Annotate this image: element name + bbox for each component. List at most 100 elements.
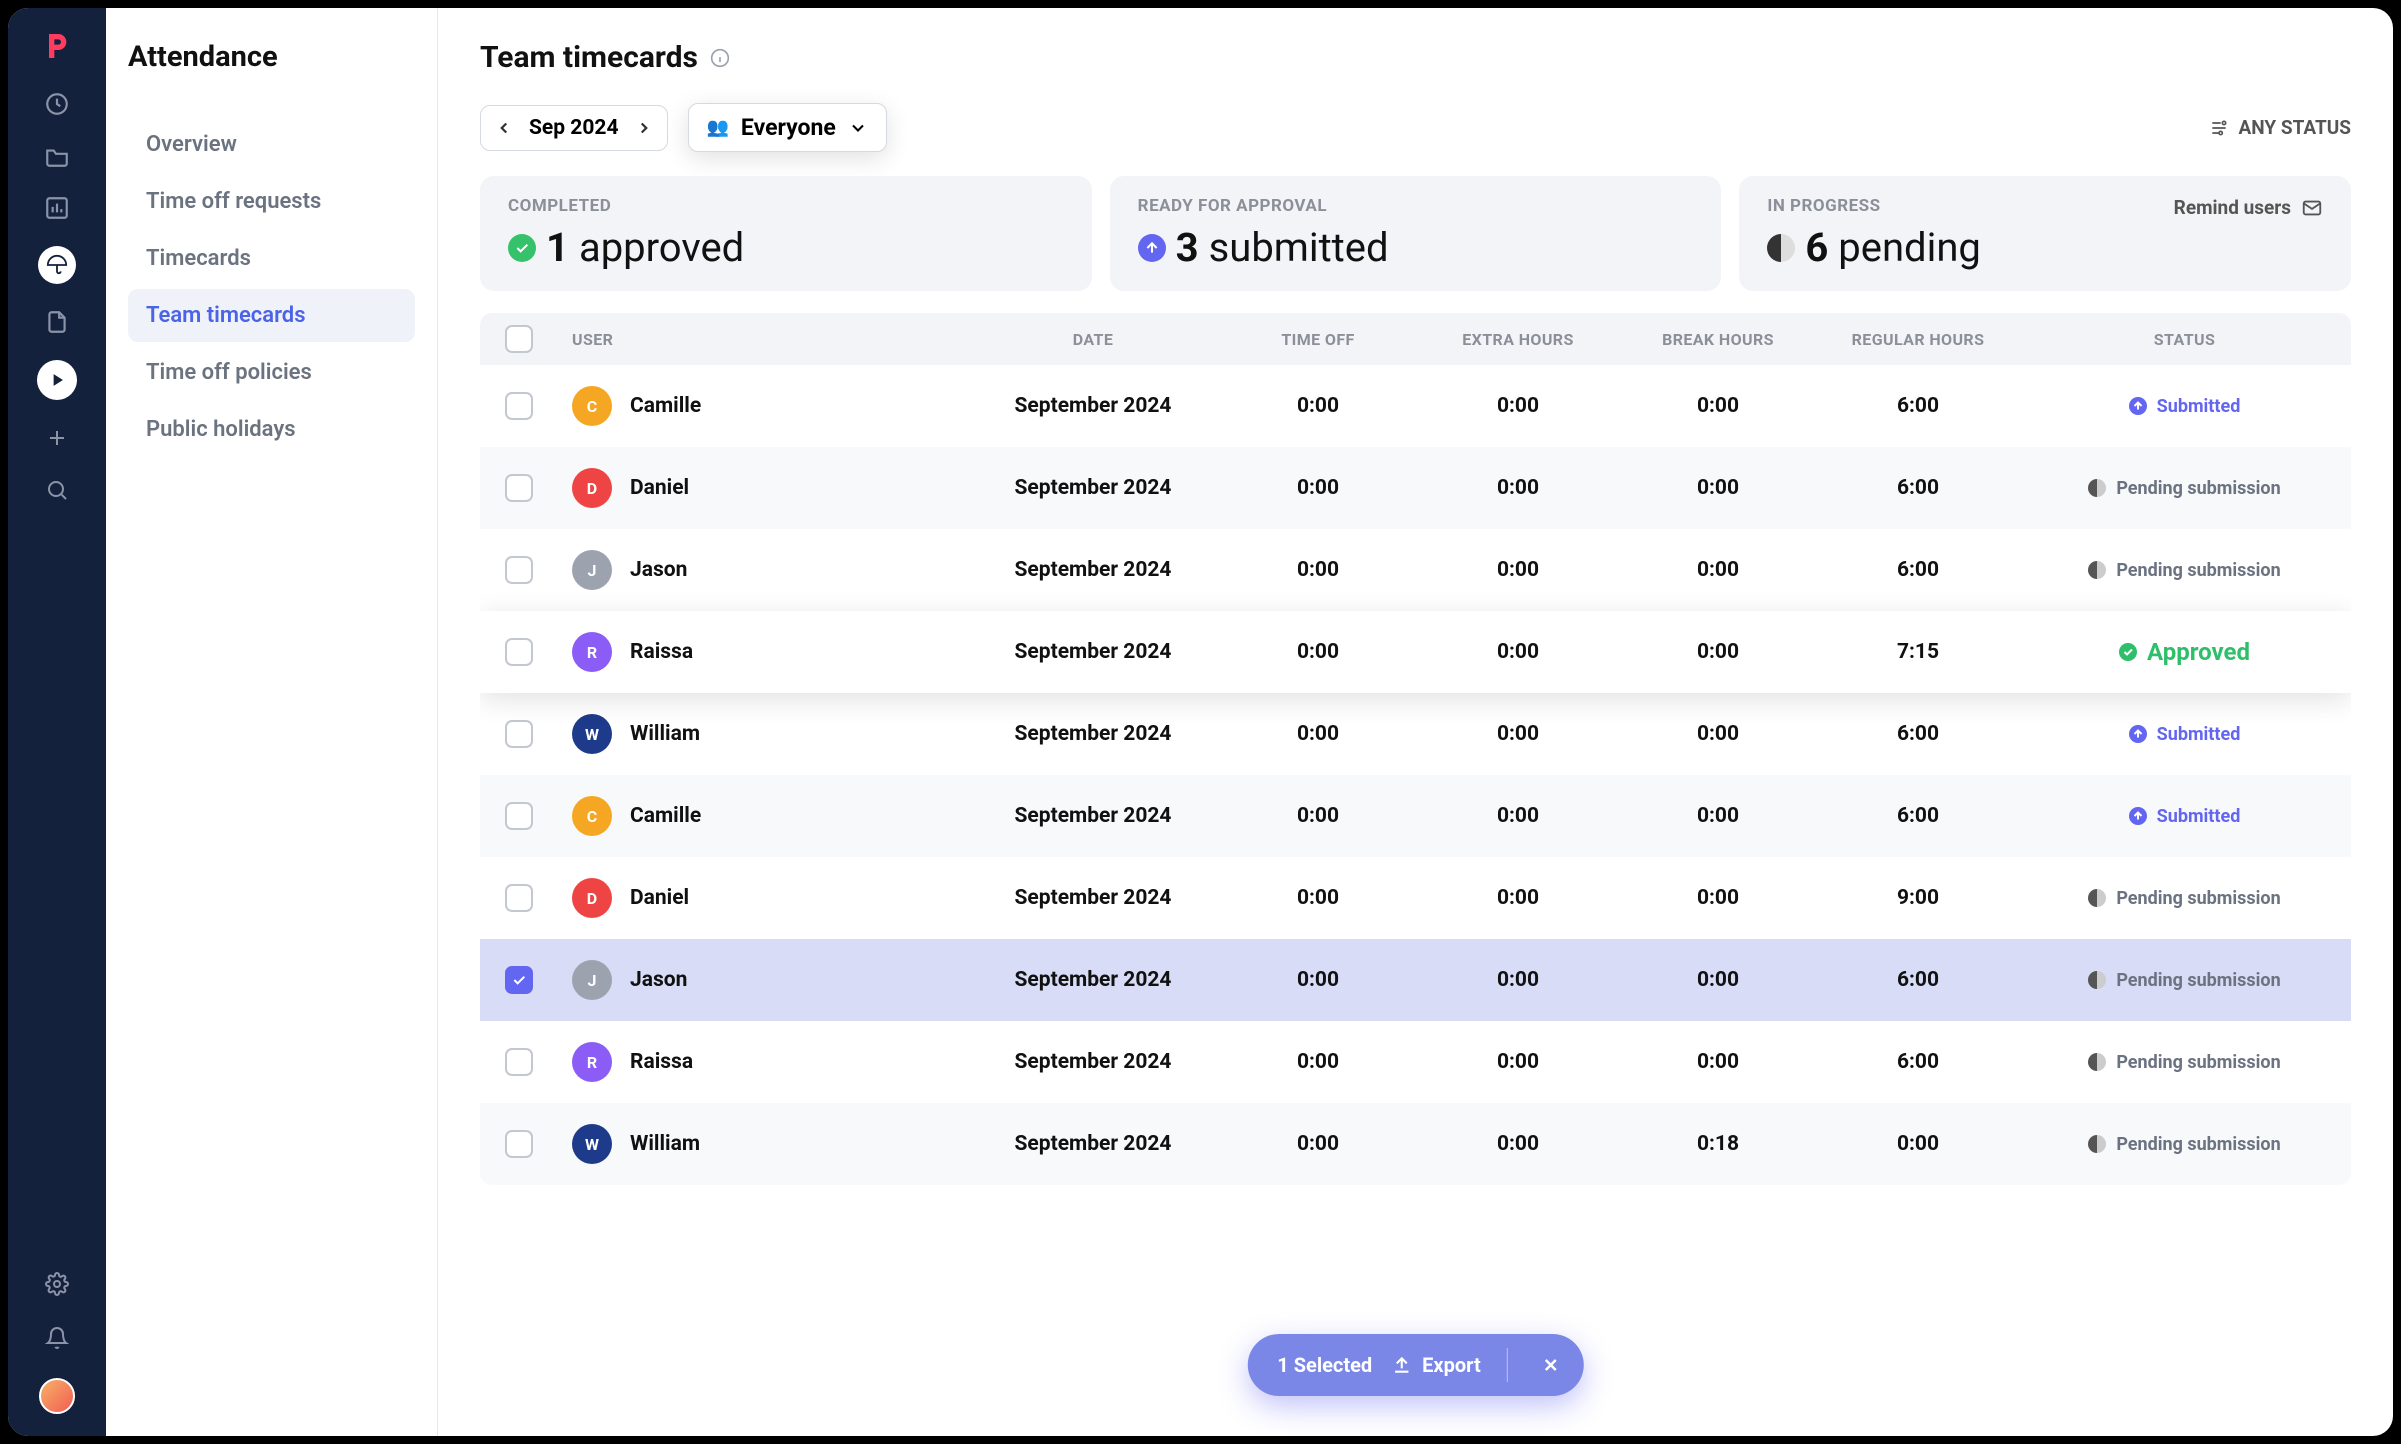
user-avatar: W: [572, 1124, 612, 1164]
status-icon: [2129, 807, 2147, 825]
summary-completed: COMPLETED 1 approved: [480, 176, 1092, 291]
row-checkbox[interactable]: [505, 1130, 533, 1158]
sidebar-item-public-holidays[interactable]: Public holidays: [128, 403, 415, 456]
status-icon: [2129, 397, 2147, 415]
cell-regular: 0:00: [1818, 1132, 2018, 1156]
people-picker[interactable]: 👥 Everyone: [688, 103, 887, 152]
cell-regular: 6:00: [1818, 1050, 2018, 1074]
cell-timeoff: 0:00: [1218, 558, 1418, 582]
sidebar-item-overview[interactable]: Overview: [128, 118, 415, 171]
sidebar-item-time-off-policies[interactable]: Time off policies: [128, 346, 415, 399]
cell-break: 0:00: [1618, 804, 1818, 828]
close-selection-button[interactable]: [1534, 1348, 1568, 1382]
row-checkbox[interactable]: [505, 966, 533, 994]
status-text: Submitted: [2157, 724, 2241, 745]
search-icon[interactable]: [43, 476, 71, 504]
table-row[interactable]: RRaissaSeptember 20240:000:000:007:15App…: [480, 611, 2351, 693]
user-avatar: R: [572, 1042, 612, 1082]
user-avatar: R: [572, 632, 612, 672]
folder-icon[interactable]: [43, 142, 71, 170]
sidebar-item-time-off-requests[interactable]: Time off requests: [128, 175, 415, 228]
user-avatar: J: [572, 550, 612, 590]
summary-count: 1: [546, 224, 569, 271]
cell-regular: 7:15: [1818, 640, 2018, 664]
summary-pending: IN PROGRESS 6 pending Remind users: [1739, 176, 2351, 291]
cell-date: September 2024: [968, 722, 1218, 746]
cell-timeoff: 0:00: [1218, 1132, 1418, 1156]
status-badge: Pending submission: [2018, 970, 2351, 991]
summary-count: 6: [1805, 224, 1828, 271]
clock-icon[interactable]: [43, 90, 71, 118]
row-checkbox[interactable]: [505, 638, 533, 666]
month-picker[interactable]: Sep 2024: [480, 105, 668, 151]
user-avatar[interactable]: [39, 1378, 75, 1414]
file-icon[interactable]: [43, 308, 71, 336]
status-text: Pending submission: [2116, 970, 2280, 991]
umbrella-icon[interactable]: [38, 246, 76, 284]
divider: [1507, 1348, 1508, 1382]
status-icon: [2088, 1053, 2106, 1071]
cell-regular: 6:00: [1818, 722, 2018, 746]
user-avatar: W: [572, 714, 612, 754]
cell-date: September 2024: [968, 1132, 1218, 1156]
row-checkbox[interactable]: [505, 884, 533, 912]
row-checkbox[interactable]: [505, 720, 533, 748]
status-badge: Approved: [2018, 638, 2351, 666]
status-text: Submitted: [2157, 806, 2241, 827]
cell-date: September 2024: [968, 558, 1218, 582]
next-month[interactable]: [633, 119, 655, 137]
remind-label: Remind users: [2174, 196, 2291, 219]
status-text: Approved: [2147, 638, 2250, 666]
cell-extra: 0:00: [1418, 886, 1618, 910]
summary-label: IN PROGRESS: [1767, 196, 1981, 216]
sidebar-item-team-timecards[interactable]: Team timecards: [128, 289, 415, 342]
export-button[interactable]: Export: [1392, 1353, 1481, 1377]
status-badge: Submitted: [2018, 806, 2351, 827]
table-row[interactable]: CCamilleSeptember 20240:000:000:006:00Su…: [480, 365, 2351, 447]
info-icon[interactable]: [710, 48, 730, 68]
table-row[interactable]: DDanielSeptember 20240:000:000:009:00Pen…: [480, 857, 2351, 939]
user-avatar: C: [572, 386, 612, 426]
table-row[interactable]: JJasonSeptember 20240:000:000:006:00Pend…: [480, 939, 2351, 1021]
row-checkbox[interactable]: [505, 392, 533, 420]
cell-extra: 0:00: [1418, 968, 1618, 992]
chart-icon[interactable]: [43, 194, 71, 222]
summary-label: READY FOR APPROVAL: [1138, 196, 1694, 216]
cell-date: September 2024: [968, 804, 1218, 828]
summary-word: submitted: [1209, 224, 1389, 271]
table-row[interactable]: WWilliamSeptember 20240:000:000:180:00Pe…: [480, 1103, 2351, 1185]
select-all-checkbox[interactable]: [505, 325, 533, 353]
cell-extra: 0:00: [1418, 558, 1618, 582]
cell-extra: 0:00: [1418, 1132, 1618, 1156]
summary-ready: READY FOR APPROVAL 3 submitted: [1110, 176, 1722, 291]
sidebar-item-timecards[interactable]: Timecards: [128, 232, 415, 285]
table-row[interactable]: CCamilleSeptember 20240:000:000:006:00Su…: [480, 775, 2351, 857]
row-checkbox[interactable]: [505, 556, 533, 584]
cell-regular: 6:00: [1818, 804, 2018, 828]
remind-users-button[interactable]: Remind users: [2174, 196, 2323, 219]
row-checkbox[interactable]: [505, 474, 533, 502]
summary-word: approved: [579, 224, 744, 271]
filter-icon: [2209, 118, 2229, 138]
cell-break: 0:00: [1618, 968, 1818, 992]
plus-icon[interactable]: [43, 424, 71, 452]
prev-month[interactable]: [493, 119, 515, 137]
cell-timeoff: 0:00: [1218, 394, 1418, 418]
table-row[interactable]: WWilliamSeptember 20240:000:000:006:00Su…: [480, 693, 2351, 775]
month-label: Sep 2024: [529, 116, 619, 140]
gear-icon[interactable]: [43, 1270, 71, 1298]
bell-icon[interactable]: [43, 1324, 71, 1352]
user-name: Camille: [630, 804, 701, 828]
play-icon[interactable]: [37, 360, 77, 400]
sidebar: Attendance OverviewTime off requestsTime…: [106, 8, 438, 1436]
cell-date: September 2024: [968, 476, 1218, 500]
cell-date: September 2024: [968, 886, 1218, 910]
status-icon: [2119, 643, 2137, 661]
status-filter[interactable]: ANY STATUS: [2209, 116, 2352, 139]
table-row[interactable]: RRaissaSeptember 20240:000:000:006:00Pen…: [480, 1021, 2351, 1103]
row-checkbox[interactable]: [505, 1048, 533, 1076]
table-row[interactable]: JJasonSeptember 20240:000:000:006:00Pend…: [480, 529, 2351, 611]
table-row[interactable]: DDanielSeptember 20240:000:000:006:00Pen…: [480, 447, 2351, 529]
cell-extra: 0:00: [1418, 476, 1618, 500]
row-checkbox[interactable]: [505, 802, 533, 830]
